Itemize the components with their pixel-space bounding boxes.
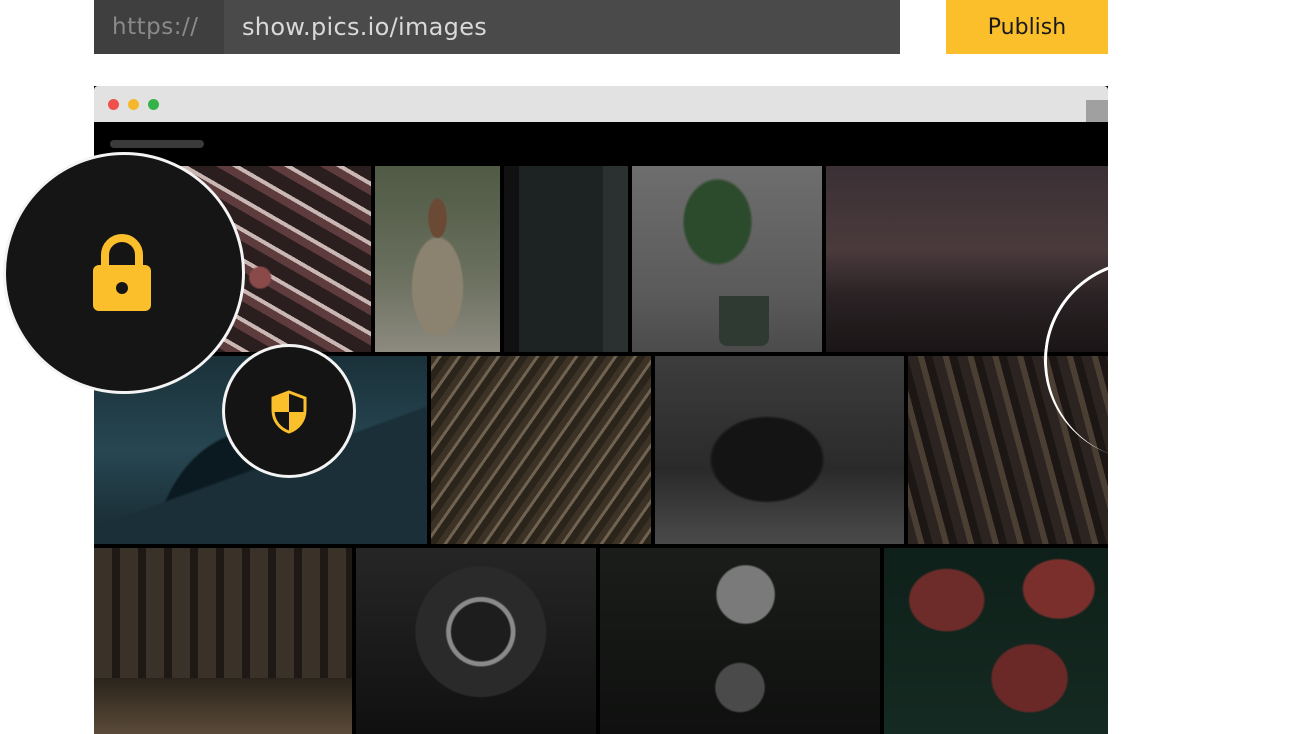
maximize-window-button[interactable] (148, 99, 159, 110)
gallery-title-placeholder (110, 140, 204, 148)
lock-badge (3, 152, 245, 394)
lock-icon (93, 234, 151, 311)
gallery-image-car-gauge[interactable] (356, 548, 596, 734)
gallery-image-building[interactable] (94, 548, 352, 734)
scrollbar-thumb[interactable] (1086, 100, 1108, 122)
close-window-button[interactable] (108, 99, 119, 110)
gallery-image-crowned-crane[interactable] (600, 548, 880, 734)
gallery-image-woman-flowers[interactable] (375, 166, 500, 352)
url-path-input[interactable]: show.pics.io/images (224, 13, 487, 41)
street-shape (94, 678, 352, 734)
gallery-image-dark-doorway[interactable] (504, 166, 628, 352)
url-protocol: https:// (94, 0, 224, 54)
gallery-image-palm-leaves[interactable] (431, 356, 651, 544)
publish-button[interactable]: Publish (946, 0, 1108, 54)
gallery-header (94, 122, 1108, 166)
shield-badge (222, 344, 356, 478)
minimize-window-button[interactable] (128, 99, 139, 110)
shield-icon (271, 390, 307, 434)
window-titlebar (94, 86, 1108, 122)
url-bar[interactable]: https:// show.pics.io/images (94, 0, 900, 54)
gallery-image-typewriter[interactable] (655, 356, 904, 544)
gallery-image-plant-pot[interactable] (632, 166, 822, 352)
gallery-image-red-tulips[interactable] (884, 548, 1108, 734)
pot-shape (719, 296, 770, 347)
